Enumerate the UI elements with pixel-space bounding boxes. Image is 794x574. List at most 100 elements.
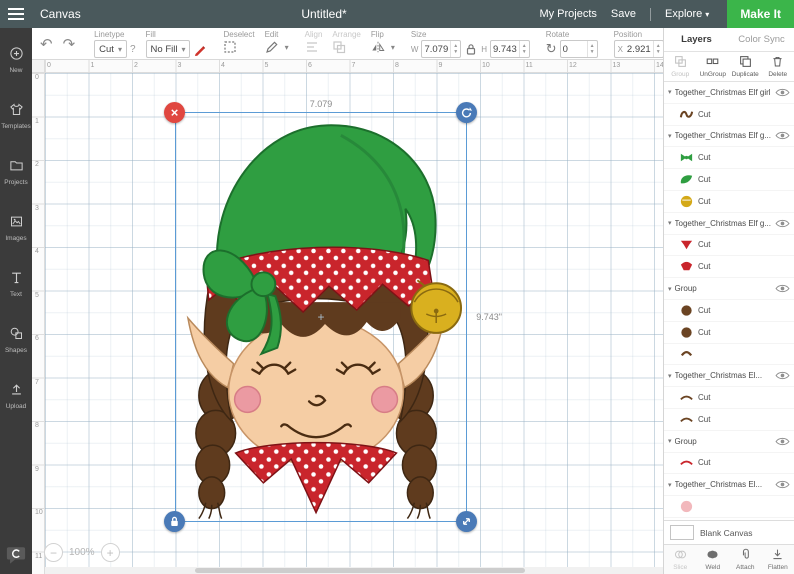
menu-save[interactable]: Save <box>611 8 636 20</box>
eye-visibility-icon[interactable] <box>775 130 790 141</box>
chevron-expand-icon[interactable]: ▾ <box>668 132 672 140</box>
layer-row[interactable]: Cut <box>664 322 794 344</box>
chevron-expand-icon[interactable]: ▾ <box>668 481 672 489</box>
help-icon[interactable]: ? <box>130 44 136 55</box>
x-steppers[interactable]: ▲ ▼ <box>652 41 663 57</box>
flatten-button[interactable]: Flatten <box>762 548 794 571</box>
chevron-expand-icon[interactable]: ▾ <box>668 285 672 293</box>
layer-row[interactable]: Cut <box>664 300 794 322</box>
ungroup-button[interactable]: UnGroup <box>697 55 730 78</box>
selection-center-marker: + <box>317 310 325 324</box>
sidebar-item-new[interactable]: New <box>0 32 32 88</box>
redo-icon[interactable]: ↷ <box>63 35 76 53</box>
zoom-in-button[interactable]: + <box>100 543 120 562</box>
menu-my-projects[interactable]: My Projects <box>539 8 596 20</box>
layer-row[interactable]: Cut <box>664 409 794 431</box>
attach-button[interactable]: Attach <box>729 548 762 571</box>
tab-layers[interactable]: Layers <box>664 34 729 45</box>
position-x-field[interactable]: X 2.921 ▲ ▼ <box>613 40 663 58</box>
layer-row[interactable]: Cut <box>664 256 794 279</box>
align-icon <box>305 40 319 54</box>
chevron-expand-icon[interactable]: ▾ <box>668 88 672 96</box>
chevron-expand-icon[interactable]: ▾ <box>668 219 672 227</box>
resize-handle[interactable] <box>456 511 477 532</box>
layer-group-row[interactable]: ▾ Together_Christmas El... <box>664 474 794 497</box>
layer-group-row[interactable]: ▾ Together_Christmas Elf g... <box>664 213 794 235</box>
edit-pencil-icon[interactable] <box>265 40 279 54</box>
pen-icon[interactable] <box>193 42 207 56</box>
width-field[interactable]: 7.079 ▲ ▼ <box>421 40 462 58</box>
horizontal-scrollbar[interactable] <box>45 567 663 574</box>
height-steppers[interactable]: ▲ ▼ <box>518 41 529 57</box>
layer-row[interactable]: Cut <box>664 147 794 170</box>
hamburger-menu-icon[interactable] <box>0 0 32 28</box>
eye-visibility-icon[interactable] <box>775 436 790 447</box>
eye-visibility-icon[interactable] <box>775 218 790 229</box>
chevron-down-icon[interactable]: ▾ <box>391 43 395 52</box>
make-it-button[interactable]: Make It <box>727 0 794 28</box>
weld-button[interactable]: Weld <box>697 548 730 571</box>
chevron-expand-icon[interactable]: ▾ <box>668 372 672 380</box>
menu-explore[interactable]: Explore ▾ <box>665 8 709 20</box>
layer-group-row[interactable]: ▾ Together_Christmas Elf girl <box>664 82 794 104</box>
layer-row[interactable]: Cut <box>664 191 794 213</box>
eye-visibility-icon[interactable] <box>775 87 790 98</box>
rotate-handle[interactable] <box>456 102 477 123</box>
rotate-field[interactable]: 0 ▲ ▼ <box>559 40 598 58</box>
rotate-icon[interactable]: ↻ <box>546 41 557 57</box>
delete-button[interactable]: Delete <box>762 55 794 78</box>
layer-row[interactable] <box>664 496 794 518</box>
chat-bubble-icon[interactable] <box>6 545 26 568</box>
layer-group-row[interactable]: ▾ Together_Christmas Elf g... <box>664 126 794 148</box>
zoom-out-button[interactable]: − <box>44 543 63 562</box>
chevron-expand-icon[interactable]: ▾ <box>668 437 672 445</box>
canvas-label: Canvas <box>40 7 81 21</box>
layer-group-row[interactable]: ▾ Together_Christmas El... <box>664 365 794 388</box>
fill-select[interactable]: No Fill ▾ <box>145 40 191 58</box>
sidebar-item-shapes[interactable]: Shapes <box>0 312 32 368</box>
sidebar-item-images[interactable]: Images <box>0 200 32 256</box>
rotate-steppers[interactable]: ▲ ▼ <box>586 41 597 57</box>
undo-icon[interactable]: ↶ <box>40 35 53 53</box>
blank-canvas-row[interactable]: Blank Canvas <box>664 520 794 544</box>
sidebar-item-upload[interactable]: Upload <box>0 368 32 424</box>
layer-row[interactable]: Cut <box>664 169 794 191</box>
selection-bounding-box[interactable]: 7.079 9.743" + × <box>164 99 502 532</box>
layer-thumbnail <box>679 390 694 405</box>
layer-row[interactable]: Cut <box>664 104 794 126</box>
tab-color-sync[interactable]: Color Sync <box>729 34 794 45</box>
layer-row[interactable]: Cut <box>664 453 794 475</box>
sidebar-item-templates[interactable]: Templates <box>0 88 32 144</box>
scrollbar-thumb[interactable] <box>195 568 525 573</box>
chevron-down-icon[interactable]: ▾ <box>285 43 289 52</box>
layer-thumbnail <box>679 107 694 122</box>
eye-visibility-icon[interactable] <box>775 370 790 381</box>
layer-row[interactable]: Cut <box>664 387 794 409</box>
canvas-grid[interactable]: 7.079 9.743" + × <box>45 73 663 574</box>
duplicate-button[interactable]: Duplicate <box>729 55 762 78</box>
sidebar-item-projects[interactable]: Projects <box>0 144 32 200</box>
eye-visibility-icon[interactable] <box>775 479 790 490</box>
linetype-select[interactable]: Cut ▾ <box>94 40 127 58</box>
eye-visibility-icon[interactable] <box>775 283 790 294</box>
group-button[interactable]: Group <box>664 55 697 78</box>
slice-button[interactable]: Slice <box>664 548 697 571</box>
width-steppers[interactable]: ▲ ▼ <box>450 41 460 57</box>
canvas-area[interactable]: 0 1 2 3 4 5 6 7 8 9 10 11 12 13 14 0 1 2 3 4 5 6 7 8 9 10 11 <box>32 60 663 574</box>
elf-cheek-right <box>370 385 399 414</box>
layer-label: Cut <box>698 153 711 163</box>
lock-handle[interactable] <box>164 511 185 532</box>
layer-row[interactable] <box>664 344 794 366</box>
layer-group-row[interactable]: ▾ Group <box>664 431 794 453</box>
ruler-number: 12 <box>569 62 577 69</box>
sidebar-item-text[interactable]: Text <box>0 256 32 312</box>
document-title[interactable]: Untitled* <box>301 7 346 21</box>
aspect-lock-icon[interactable] <box>464 42 478 56</box>
layer-group-row[interactable]: ▾ Group <box>664 278 794 300</box>
deselect-icon[interactable] <box>223 40 237 54</box>
layer-row[interactable]: Cut <box>664 235 794 257</box>
height-field[interactable]: 9.743 ▲ ▼ <box>489 40 530 58</box>
action-label: Weld <box>705 564 721 571</box>
delete-handle[interactable]: × <box>164 102 185 123</box>
flip-icon[interactable] <box>371 40 385 54</box>
